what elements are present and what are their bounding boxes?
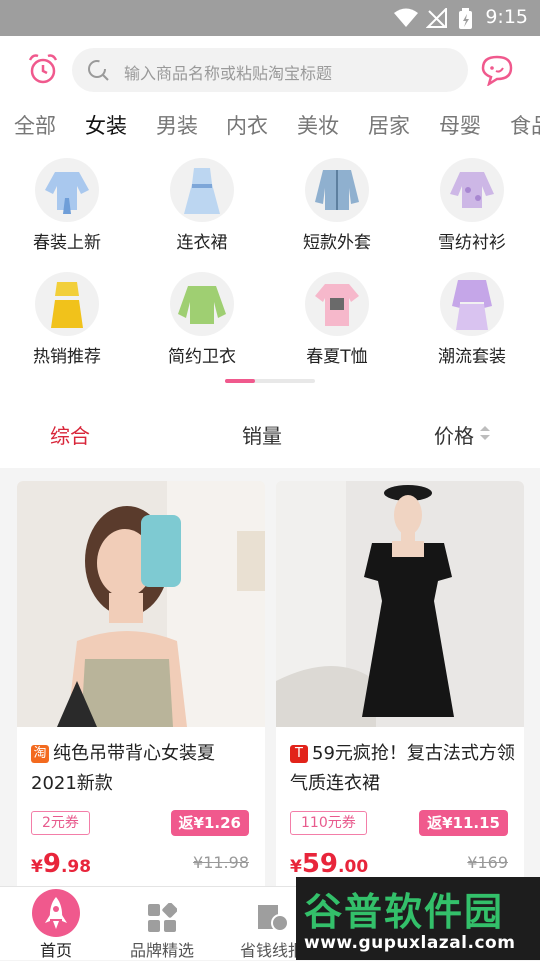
blouse-icon — [35, 158, 99, 222]
sort-price[interactable]: 价格 — [434, 420, 474, 449]
coupon-tag: 2元券 — [31, 811, 90, 835]
original-price: ¥11.98 — [193, 853, 249, 872]
category-item[interactable]: 热销推荐 — [12, 272, 122, 372]
original-price: ¥169 — [467, 853, 508, 872]
alarm-clock-icon[interactable] — [26, 52, 60, 86]
category-label: 潮流套装 — [438, 347, 506, 367]
suit-icon — [440, 272, 504, 336]
tab-beauty[interactable]: 美妆 — [297, 110, 339, 140]
search-placeholder: 输入商品名称或粘贴淘宝标题 — [124, 64, 333, 83]
sort-arrows-icon — [480, 426, 490, 440]
category-label: 热销推荐 — [33, 347, 101, 367]
product-card[interactable]: 淘纯色吊带背心女装夏2021新款 2元券 返¥1.26 ¥9.98 ¥11.98 — [17, 481, 265, 901]
coupon-tag: 110元券 — [290, 811, 367, 835]
sort-sales[interactable]: 销量 — [242, 420, 282, 449]
category-tabs: 全部 女装 男装 内衣 美妆 居家 母婴 食品 — [0, 104, 540, 148]
tab-home[interactable]: 居家 — [368, 110, 410, 140]
sort-bar: 综合 销量 价格 — [0, 394, 540, 468]
price-symbol: ¥ — [290, 857, 302, 877]
category-item[interactable]: 春夏T恤 — [282, 272, 392, 372]
wifi-icon — [394, 8, 418, 27]
denim-jacket-icon — [305, 158, 369, 222]
category-label: 春装上新 — [33, 233, 101, 253]
product-title: 淘纯色吊带背心女装夏2021新款 — [31, 739, 257, 799]
money-bag-icon — [258, 905, 288, 932]
price-integer: 59 — [301, 849, 339, 879]
category-label: 简约卫衣 — [168, 347, 236, 367]
tab-men[interactable]: 男装 — [156, 110, 198, 140]
watermark-logo: 谷普软件园 www.gupuxlazal.com — [296, 877, 540, 960]
page-indicator — [225, 379, 315, 383]
category-item[interactable]: 春装上新 — [12, 158, 122, 258]
chiffon-shirt-icon — [440, 158, 504, 222]
product-title: T 59元疯抢！复古法式方领气质连衣裙 — [290, 739, 516, 799]
status-time: 9:15 — [485, 6, 528, 28]
product-title-text: 纯色吊带背心女装夏2021新款 — [31, 743, 215, 794]
page-indicator-active — [225, 379, 255, 383]
nav-brands-label: 品牌精选 — [129, 941, 194, 960]
price-decimal: .98 — [60, 857, 92, 877]
battery-icon — [459, 8, 472, 29]
yellow-set-icon — [35, 272, 99, 336]
chat-bubble-icon[interactable] — [480, 54, 514, 86]
price-decimal: .00 — [338, 857, 369, 877]
category-label: 连衣裙 — [176, 233, 228, 253]
tab-baby[interactable]: 母婴 — [439, 110, 481, 140]
nav-brands[interactable]: 品牌精选 — [112, 887, 212, 961]
rocket-icon — [32, 889, 80, 937]
sweater-icon — [170, 272, 234, 336]
grid-icon — [148, 903, 177, 932]
tab-underwear[interactable]: 内衣 — [226, 110, 268, 140]
search-input[interactable]: 输入商品名称或粘贴淘宝标题 — [72, 48, 468, 92]
watermark-url: www.gupuxlazal.com — [304, 933, 516, 953]
tab-women[interactable]: 女装 — [85, 110, 127, 140]
category-item[interactable]: 简约卫衣 — [147, 272, 257, 372]
current-price: ¥59.00 — [290, 849, 368, 879]
category-label: 雪纺衬衫 — [438, 233, 506, 253]
category-label: 春夏T恤 — [306, 347, 368, 367]
category-item[interactable]: 短款外套 — [282, 158, 392, 258]
current-price: ¥9.98 — [31, 849, 91, 879]
category-item[interactable]: 潮流套装 — [417, 272, 527, 372]
product-card[interactable]: T 59元疯抢！复古法式方领气质连衣裙 110元券 返¥11.15 ¥59.00 … — [276, 481, 524, 901]
dress-icon — [170, 158, 234, 222]
tab-food[interactable]: 食品 — [510, 110, 540, 140]
sort-comprehensive[interactable]: 综合 — [50, 420, 90, 449]
status-bar: 9:15 — [0, 0, 540, 36]
category-item[interactable]: 雪纺衬衫 — [417, 158, 527, 258]
rebate-badge: 返¥1.26 — [170, 810, 249, 836]
nav-home-label: 首页 — [39, 941, 72, 960]
rebate-badge: 返¥11.15 — [419, 810, 508, 836]
category-label: 短款外套 — [303, 233, 371, 253]
top-bar: 输入商品名称或粘贴淘宝标题 — [0, 36, 540, 104]
product-image — [276, 481, 524, 727]
watermark-title: 谷普软件园 — [304, 890, 505, 934]
nav-home[interactable]: 首页 — [6, 887, 106, 961]
tab-all[interactable]: 全部 — [14, 110, 56, 140]
tshirt-icon — [305, 272, 369, 336]
no-signal-icon — [426, 8, 447, 28]
product-image — [17, 481, 265, 727]
price-integer: 9 — [42, 849, 61, 879]
search-icon — [88, 60, 109, 81]
tmall-badge-icon: T — [290, 745, 308, 763]
subcategory-grid: 春装上新 连衣裙 短款外套 雪纺衬衫 热销推荐 简约卫衣 春夏T恤 潮流套装 — [0, 148, 540, 394]
taobao-badge-icon: 淘 — [31, 745, 49, 763]
category-item[interactable]: 连衣裙 — [147, 158, 257, 258]
product-title-text: 59元疯抢！复古法式方领气质连衣裙 — [290, 743, 515, 794]
price-symbol: ¥ — [31, 857, 43, 877]
